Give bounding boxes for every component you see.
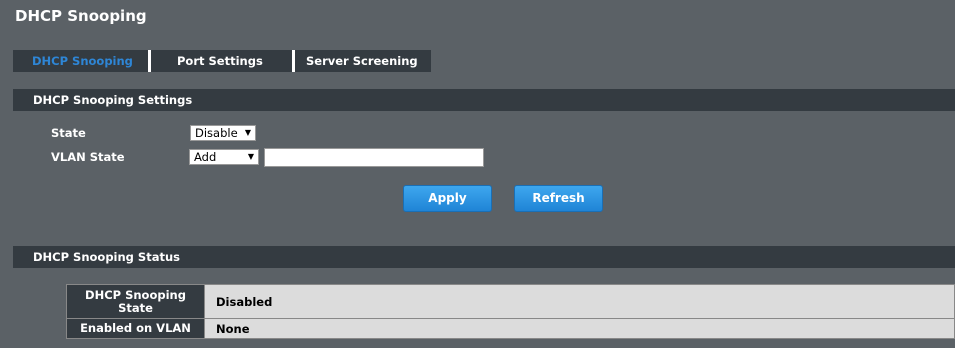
tab-dhcp-snooping[interactable]: DHCP Snooping (13, 50, 151, 72)
vlan-state-select-value: Add (194, 150, 217, 164)
vlan-state-label: VLAN State (51, 150, 125, 164)
state-select[interactable]: Disable ▼ (190, 125, 256, 141)
apply-button[interactable]: Apply (403, 185, 492, 212)
settings-section-header: DHCP Snooping Settings (13, 89, 955, 111)
tab-server-screening[interactable]: Server Screening (295, 50, 431, 72)
state-select-value: Disable (195, 126, 238, 140)
enabled-vlan-label: Enabled on VLAN (66, 318, 205, 339)
table-row: DHCP Snooping State Disabled (66, 284, 955, 319)
snooping-state-value: Disabled (204, 284, 955, 319)
tab-bar: DHCP Snooping Port Settings Server Scree… (13, 50, 431, 72)
dropdown-arrow-icon: ▼ (244, 128, 251, 137)
table-row: Enabled on VLAN None (66, 318, 955, 339)
dropdown-arrow-icon: ▼ (247, 152, 254, 161)
tab-port-settings[interactable]: Port Settings (151, 50, 295, 72)
status-section-header: DHCP Snooping Status (13, 246, 955, 268)
page-title: DHCP Snooping (15, 7, 147, 25)
vlan-id-input[interactable] (264, 148, 484, 167)
refresh-button[interactable]: Refresh (514, 185, 603, 212)
enabled-vlan-value: None (204, 318, 955, 339)
state-label: State (51, 126, 86, 140)
snooping-state-label: DHCP Snooping State (66, 284, 205, 319)
status-table: DHCP Snooping State Disabled Enabled on … (66, 284, 955, 339)
vlan-state-select[interactable]: Add ▼ (189, 149, 259, 165)
